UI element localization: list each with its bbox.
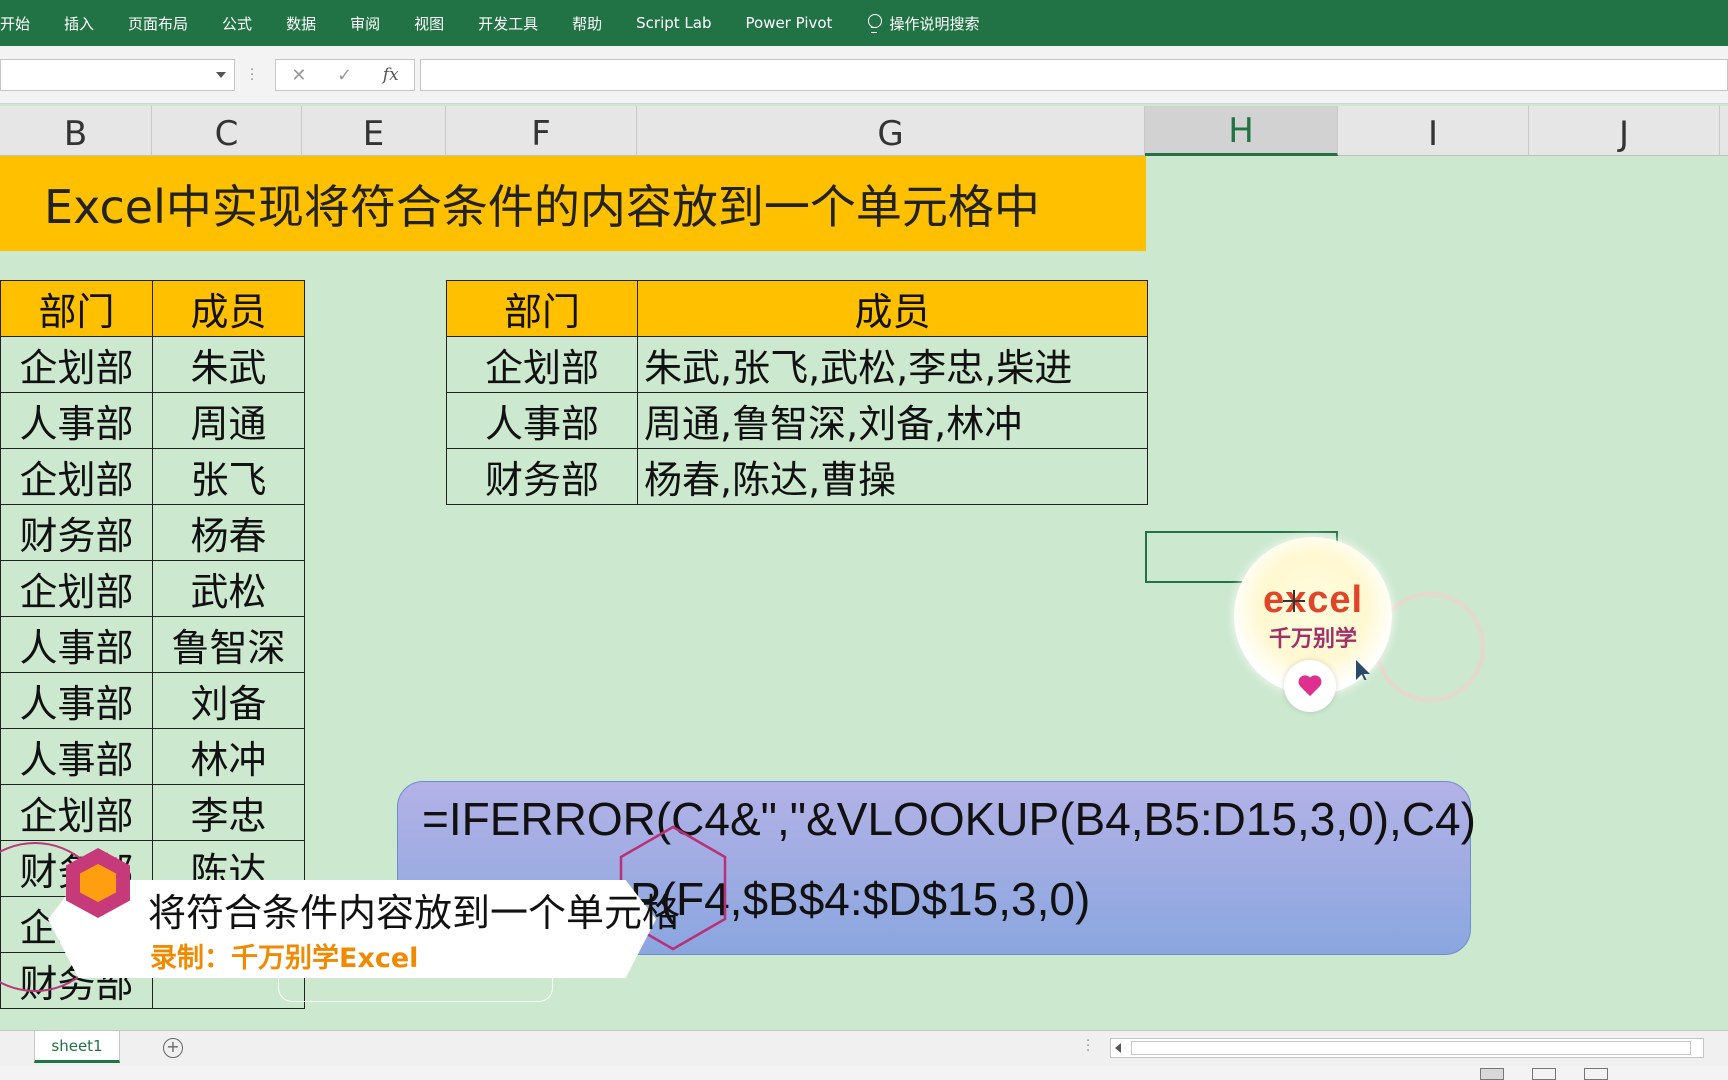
lightbulb-icon xyxy=(867,14,883,33)
cell[interactable]: 武松 xyxy=(152,560,305,617)
column-header-e[interactable]: E xyxy=(302,106,446,156)
sheet-tab-bar: sheet1 + · · · xyxy=(0,1030,1728,1066)
horizontal-scrollbar[interactable] xyxy=(1110,1038,1704,1058)
cell[interactable]: 鲁智深 xyxy=(152,616,305,673)
caption-title: 将符合条件内容放到一个单元格 xyxy=(148,891,681,935)
scroll-left-icon[interactable] xyxy=(1115,1043,1121,1053)
splitter-handle-icon[interactable]: · · · xyxy=(1086,1035,1090,1058)
tab-page-layout[interactable]: 页面布局 xyxy=(111,0,205,46)
tab-data[interactable]: 数据 xyxy=(269,0,333,46)
scrollbar-thumb[interactable] xyxy=(1131,1041,1691,1055)
formula-bar: · · · ✕ ✓ fx xyxy=(0,46,1728,104)
column-header-b[interactable]: B xyxy=(0,106,152,156)
header-cell-department[interactable]: 部门 xyxy=(446,280,638,337)
tell-me-label: 操作说明搜索 xyxy=(889,14,980,33)
formula-buttons: ✕ ✓ fx xyxy=(275,59,415,91)
cell[interactable]: 朱武,张飞,武松,李忠,柴进 xyxy=(637,336,1148,393)
table-row: 企划部 朱武 xyxy=(0,336,305,393)
drag-handle-icon[interactable]: · · · xyxy=(250,64,254,87)
add-sheet-icon[interactable]: + xyxy=(163,1038,183,1058)
column-header-c[interactable]: C xyxy=(152,106,302,156)
cell[interactable]: 张飞 xyxy=(152,448,305,505)
enter-icon[interactable]: ✓ xyxy=(337,65,352,86)
column-header-g[interactable]: G xyxy=(637,106,1145,156)
column-headers: B C E F G H I J xyxy=(0,106,1728,156)
cancel-icon[interactable]: ✕ xyxy=(291,65,306,86)
column-header-f[interactable]: F xyxy=(446,106,637,156)
table-header-row: 部门 成员 xyxy=(446,280,1148,337)
cell[interactable]: 人事部 xyxy=(446,392,638,449)
caption-subtitle: 录制：千万别学Excel xyxy=(150,943,419,974)
cell[interactable]: 企划部 xyxy=(0,336,153,393)
table-row: 企划部 武松 xyxy=(0,560,305,617)
status-bar xyxy=(0,1066,1728,1080)
table-row: 财务部 杨春,陈达,曹操 xyxy=(446,448,1148,505)
cell[interactable]: 朱武 xyxy=(152,336,305,393)
cell[interactable]: 周通 xyxy=(152,392,305,449)
cell[interactable]: 企划部 xyxy=(0,560,153,617)
header-cell-department[interactable]: 部门 xyxy=(0,280,153,337)
table-row: 人事部 周通 xyxy=(0,392,305,449)
header-cell-members[interactable]: 成员 xyxy=(637,280,1148,337)
cell[interactable]: 企划部 xyxy=(0,448,153,505)
cell[interactable]: 人事部 xyxy=(0,728,153,785)
table-row: 企划部 朱武,张飞,武松,李忠,柴进 xyxy=(446,336,1148,393)
table-row: 企划部 张飞 xyxy=(0,448,305,505)
formula-input[interactable] xyxy=(420,59,1728,91)
tab-help[interactable]: 帮助 xyxy=(555,0,619,46)
table-row: 人事部 林冲 xyxy=(0,728,305,785)
table-row: 财务部 杨春 xyxy=(0,504,305,561)
column-header-j[interactable]: J xyxy=(1529,106,1720,156)
cell[interactable]: 林冲 xyxy=(152,728,305,785)
tab-script-lab[interactable]: Script Lab xyxy=(619,0,728,46)
chevron-down-icon[interactable] xyxy=(216,72,226,78)
table-row: 企划部 李忠 xyxy=(0,784,305,841)
formula-line-1: =IFERROR(C4&","&VLOOKUP(B4,B5:D15,3,0),C… xyxy=(422,793,1476,845)
table-header-row: 部门 成员 xyxy=(0,280,305,337)
column-header-i[interactable]: I xyxy=(1338,106,1529,156)
page-break-view-icon[interactable] xyxy=(1584,1068,1608,1080)
tab-formulas[interactable]: 公式 xyxy=(205,0,269,46)
cell[interactable]: 周通,鲁智深,刘备,林冲 xyxy=(637,392,1148,449)
cell[interactable]: 人事部 xyxy=(0,392,153,449)
page-title[interactable]: Excel中实现将符合条件的内容放到一个单元格中 xyxy=(0,156,1146,251)
tab-review[interactable]: 审阅 xyxy=(333,0,397,46)
name-box[interactable] xyxy=(0,59,235,91)
tab-home[interactable]: 开始 xyxy=(0,0,47,46)
tell-me-search[interactable]: 操作说明搜索 xyxy=(849,13,979,34)
cell[interactable]: 人事部 xyxy=(0,616,153,673)
logo-text-excel: excel xyxy=(1262,579,1364,621)
header-cell-member[interactable]: 成员 xyxy=(152,280,305,337)
ribbon: 开始 插入 页面布局 公式 数据 审阅 视图 开发工具 帮助 Script La… xyxy=(0,0,1728,46)
move-cursor-icon xyxy=(1283,590,1305,612)
tab-developer[interactable]: 开发工具 xyxy=(461,0,555,46)
insert-function-icon[interactable]: fx xyxy=(383,65,399,85)
cell[interactable]: 刘备 xyxy=(152,672,305,729)
cell[interactable]: 财务部 xyxy=(0,504,153,561)
table-row: 人事部 鲁智深 xyxy=(0,616,305,673)
tab-view[interactable]: 视图 xyxy=(397,0,461,46)
table-row: 人事部 周通,鲁智深,刘备,林冲 xyxy=(446,392,1148,449)
tab-power-pivot[interactable]: Power Pivot xyxy=(729,0,850,46)
cell[interactable]: 财务部 xyxy=(446,448,638,505)
result-table: 部门 成员 企划部 朱武,张飞,武松,李忠,柴进 人事部 周通,鲁智深,刘备,林冲 … xyxy=(446,280,1148,505)
page-layout-view-icon[interactable] xyxy=(1532,1068,1556,1080)
cell[interactable]: 企划部 xyxy=(0,784,153,841)
cell[interactable]: 企划部 xyxy=(446,336,638,393)
heart-badge xyxy=(1284,660,1336,712)
normal-view-icon[interactable] xyxy=(1480,1068,1504,1080)
sheet-tab-sheet1[interactable]: sheet1 xyxy=(34,1031,120,1063)
logo-text-subtitle: 千万别学 xyxy=(1268,627,1357,652)
cell[interactable]: 杨春 xyxy=(152,504,305,561)
tab-insert[interactable]: 插入 xyxy=(47,0,111,46)
heart-icon xyxy=(1298,676,1322,698)
column-header-h[interactable]: H xyxy=(1145,106,1338,156)
cell[interactable]: 人事部 xyxy=(0,672,153,729)
table-row: 人事部 刘备 xyxy=(0,672,305,729)
cell[interactable]: 李忠 xyxy=(152,784,305,841)
cell[interactable]: 杨春,陈达,曹操 xyxy=(637,448,1148,505)
